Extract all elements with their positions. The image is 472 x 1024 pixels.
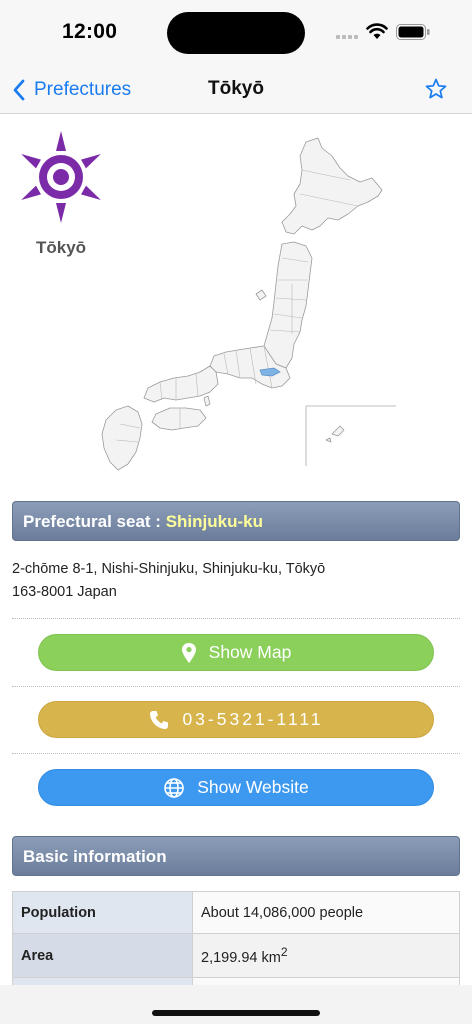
- area-label: Area: [12, 933, 193, 978]
- show-website-button[interactable]: Show Website: [38, 769, 434, 806]
- page-title: Tōkyō: [208, 78, 264, 99]
- dynamic-island: [167, 12, 305, 54]
- show-map-button[interactable]: Show Map: [38, 634, 434, 671]
- address-line-2: 163-8001 Japan: [12, 584, 117, 600]
- population-value: About 14,086,000 people: [192, 891, 460, 934]
- prefectural-seat-header: Prefectural seat : Shinjuku-ku: [12, 501, 460, 541]
- screen: 12:00 Prefectures Tōkyō Tōkyō Prefectura…: [0, 0, 472, 1024]
- status-time: 12:00: [62, 20, 118, 43]
- prefectural-seat-label: Prefectural seat :: [23, 512, 166, 531]
- call-phone-button[interactable]: 03-5321-1111: [38, 701, 434, 738]
- population-label: Population: [12, 891, 193, 934]
- battery-icon: [396, 24, 430, 40]
- wifi-icon: [366, 23, 388, 39]
- area-unit-superscript: 2: [280, 945, 288, 960]
- divider: [12, 753, 460, 754]
- star-icon[interactable]: [424, 77, 448, 101]
- address-line-1: 2-chōme 8-1, Nishi-Shinjuku, Shinjuku-ku…: [12, 561, 326, 577]
- table-row: Area 2,199.94 km2: [12, 933, 460, 978]
- emblem-caption: Tōkyō: [35, 238, 87, 257]
- cellular-signal-icon: [336, 35, 358, 41]
- phone-icon: [150, 710, 169, 729]
- basic-information-header: Basic information: [12, 836, 460, 876]
- prefecture-emblem: [21, 131, 101, 223]
- home-indicator[interactable]: [152, 1010, 320, 1016]
- show-map-label: Show Map: [208, 642, 292, 662]
- address: 2-chōme 8-1, Nishi-Shinjuku, Shinjuku-ku…: [12, 558, 325, 604]
- home-indicator-area: [0, 985, 472, 1024]
- divider: [12, 686, 460, 687]
- area-value-cell: 2,199.94 km2: [192, 933, 460, 978]
- map-pin-icon: [181, 642, 196, 663]
- phone-number: 03-5321-1111: [182, 709, 324, 729]
- area-value: 2,199.94 km: [201, 949, 281, 966]
- globe-icon: [164, 777, 185, 798]
- table-row: Population About 14,086,000 people: [12, 891, 460, 934]
- show-website-label: Show Website: [197, 777, 309, 797]
- navigation-bar: Prefectures Tōkyō: [0, 64, 472, 114]
- divider: [12, 618, 460, 619]
- prefectural-seat-value: Shinjuku-ku: [165, 512, 263, 531]
- status-bar: 12:00: [0, 0, 472, 64]
- japan-map: [101, 137, 396, 471]
